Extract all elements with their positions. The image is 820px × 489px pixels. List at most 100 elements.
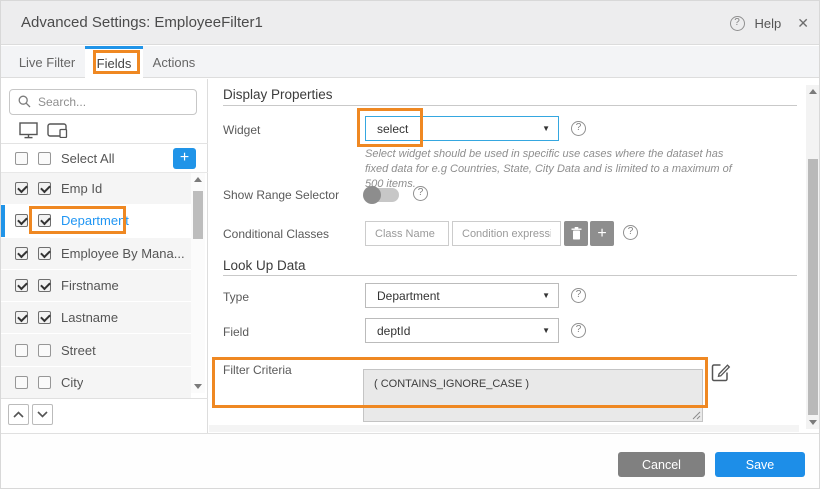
filter-criteria-field[interactable]: ( CONTAINS_IGNORE_CASE )	[363, 369, 703, 422]
caret-down-icon: ▼	[542, 291, 550, 300]
field-checkbox-web[interactable]	[15, 279, 28, 292]
field-checkbox-mobile[interactable]	[38, 279, 51, 292]
list-item[interactable]: Department	[1, 205, 191, 237]
filter-criteria-label: Filter Criteria	[223, 363, 292, 377]
scroll-down-arrow[interactable]	[194, 384, 202, 389]
caret-down-icon: ▼	[542, 326, 550, 335]
tab-fields[interactable]: Fields	[85, 46, 143, 78]
chevron-down-icon	[37, 411, 48, 418]
field-checkbox-web[interactable]	[15, 247, 28, 260]
select-all-row: Select All +	[1, 145, 208, 173]
class-name-input[interactable]	[365, 221, 449, 246]
section-divider	[223, 105, 797, 106]
field-help-icon[interactable]: ?	[571, 323, 586, 338]
field-checkbox-mobile[interactable]	[38, 247, 51, 260]
section-divider	[223, 275, 797, 276]
widget-help-icon[interactable]: ?	[571, 121, 586, 136]
edit-criteria-icon[interactable]	[711, 362, 731, 382]
look-up-data-header: Look Up Data	[223, 258, 306, 273]
select-all-checkbox-mobile[interactable]	[38, 152, 51, 165]
field-label: Employee By Mana...	[61, 246, 185, 261]
widget-hint-text: Select widget should be used in specific…	[365, 147, 737, 192]
select-all-label: Select All	[61, 151, 114, 166]
scroll-up-arrow[interactable]	[194, 177, 202, 182]
field-checkbox-mobile[interactable]	[38, 376, 51, 389]
add-class-button[interactable]: +	[590, 221, 614, 246]
toggle-knob	[363, 186, 381, 204]
widget-value: select	[377, 122, 408, 136]
field-label: City	[61, 375, 83, 390]
scroll-down-arrow[interactable]	[809, 420, 817, 425]
list-item[interactable]: Employee By Mana...	[1, 238, 191, 270]
fields-sidebar: Select All + Emp Id Department Employee By…	[1, 79, 208, 433]
main-scrollbar[interactable]	[806, 85, 819, 429]
scrollbar-thumb[interactable]	[193, 191, 203, 239]
field-value: deptId	[377, 324, 410, 338]
dialog-title: Advanced Settings: EmployeeFilter1	[21, 14, 263, 31]
field-checkbox-mobile[interactable]	[38, 214, 51, 227]
move-down-button[interactable]	[32, 404, 53, 425]
field-label: Emp Id	[61, 181, 102, 196]
cancel-button[interactable]: Cancel	[618, 452, 705, 477]
field-label: Firstname	[61, 278, 119, 293]
show-range-selector-toggle[interactable]	[365, 188, 399, 202]
chevron-up-icon	[13, 411, 24, 418]
caret-down-icon: ▼	[542, 124, 550, 133]
list-item[interactable]: City	[1, 367, 191, 399]
field-checkbox-web[interactable]	[15, 376, 28, 389]
mobile-tablet-icon[interactable]	[47, 123, 68, 138]
save-button[interactable]: Save	[715, 452, 805, 477]
list-item[interactable]: Lastname	[1, 302, 191, 334]
sidebar-scrollbar[interactable]	[191, 173, 205, 393]
field-label: Field	[223, 325, 249, 339]
conditional-classes-help-icon[interactable]: ?	[623, 225, 638, 240]
type-label: Type	[223, 290, 249, 304]
range-selector-help-icon[interactable]: ?	[413, 186, 428, 201]
conditional-classes-label: Conditional Classes	[223, 227, 329, 241]
help-link[interactable]: Help	[755, 16, 782, 31]
field-checkbox-web[interactable]	[15, 182, 28, 195]
field-checkbox-web[interactable]	[15, 344, 28, 357]
field-checkbox-web[interactable]	[15, 311, 28, 324]
scrollbar-thumb[interactable]	[808, 159, 818, 415]
field-label: Street	[61, 343, 96, 358]
widget-select[interactable]: select ▼	[365, 116, 559, 141]
field-checkbox-web[interactable]	[15, 214, 28, 227]
type-help-icon[interactable]: ?	[571, 288, 586, 303]
dialog-footer: Cancel Save	[1, 433, 820, 489]
tab-bar: Live Filter Fields Actions	[1, 46, 820, 78]
list-item[interactable]: Emp Id	[1, 173, 191, 205]
move-up-button[interactable]	[8, 404, 29, 425]
add-field-button[interactable]: +	[173, 148, 196, 169]
desktop-icon[interactable]	[19, 122, 38, 139]
horizontal-scrollbar[interactable]	[209, 425, 799, 432]
trash-icon	[571, 227, 582, 240]
condition-expression-input[interactable]	[452, 221, 561, 246]
field-label: Lastname	[61, 310, 118, 325]
filter-criteria-value: ( CONTAINS_IGNORE_CASE )	[374, 378, 529, 390]
display-properties-header: Display Properties	[223, 87, 333, 102]
type-value: Department	[377, 289, 440, 303]
delete-class-button[interactable]	[564, 221, 588, 246]
field-checkbox-mobile[interactable]	[38, 182, 51, 195]
list-item[interactable]: Firstname	[1, 270, 191, 302]
list-item[interactable]: Street	[1, 334, 191, 366]
select-all-checkbox-web[interactable]	[15, 152, 28, 165]
help-icon[interactable]: ?	[730, 16, 745, 31]
field-checkbox-mobile[interactable]	[38, 344, 51, 357]
field-checkbox-mobile[interactable]	[38, 311, 51, 324]
close-icon[interactable]: ✕	[797, 15, 809, 32]
field-select[interactable]: deptId ▼	[365, 318, 559, 343]
properties-panel: Display Properties Widget select ▼ ? Sel…	[209, 79, 806, 433]
type-select[interactable]: Department ▼	[365, 283, 559, 308]
tab-live-filter[interactable]: Live Filter	[9, 46, 85, 78]
field-label: Department	[61, 213, 129, 228]
field-list: Emp Id Department Employee By Mana... First…	[1, 173, 208, 399]
show-range-selector-label: Show Range Selector	[223, 188, 339, 202]
tab-actions[interactable]: Actions	[143, 46, 205, 78]
dialog-header: Advanced Settings: EmployeeFilter1 ? Hel…	[1, 1, 820, 45]
search-icon	[18, 95, 31, 108]
scroll-up-arrow[interactable]	[809, 89, 817, 94]
resize-handle-icon[interactable]	[692, 411, 701, 420]
search-input[interactable]	[9, 89, 197, 115]
